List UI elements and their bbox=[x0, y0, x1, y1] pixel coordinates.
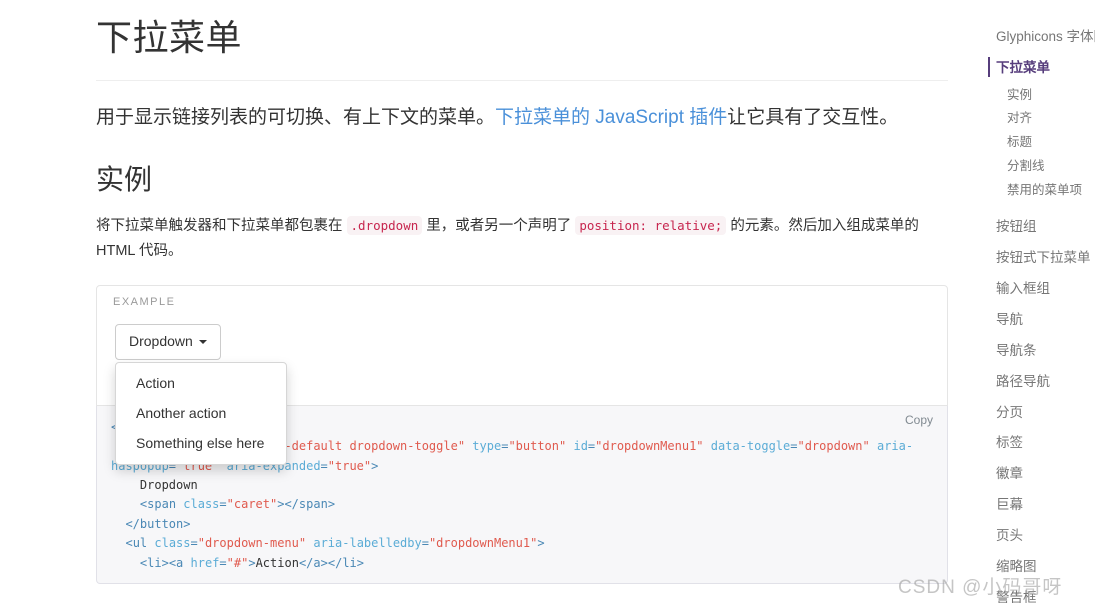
example-preview-box: Dropdown Action Another action Something… bbox=[96, 284, 948, 465]
dropdown-toggle-button[interactable]: Dropdown bbox=[115, 323, 221, 360]
dropdown-item-action[interactable]: Action bbox=[116, 368, 286, 398]
list-item: Another action bbox=[116, 398, 286, 428]
section-heading-example: 实例 bbox=[96, 164, 153, 196]
sidebar-item-label[interactable]: 标签 bbox=[983, 428, 1095, 459]
lead-text-after: 让它具有了交互性。 bbox=[727, 106, 899, 128]
docs-sidebar-nav: Glyphicons 字体图标 下拉菜单 实例 对齐 标题 分割线 禁用的菜单项… bbox=[983, 0, 1095, 603]
sidebar-item-thumbnail[interactable]: 缩略图 bbox=[983, 552, 1095, 583]
description-part-2: 里，或者另一个声明了 bbox=[426, 218, 572, 235]
sidebar-item-breadcrumb[interactable]: 路径导航 bbox=[983, 367, 1095, 398]
dropdown-item-another-action[interactable]: Another action bbox=[116, 398, 286, 428]
sidebar-item-badge[interactable]: 徽章 bbox=[983, 459, 1095, 490]
javascript-plugin-link[interactable]: 下拉菜单的 JavaScript 插件 bbox=[495, 107, 727, 128]
page-root: 下拉菜单 用于显示链接列表的可切换、有上下文的菜单。下拉菜单的 JavaScri… bbox=[0, 0, 1095, 603]
dropdown-menu: Action Another action Something else her… bbox=[115, 361, 287, 465]
sidebar-subitem-divider[interactable]: 分割线 bbox=[983, 155, 1095, 179]
sidebar-item-glyphicons[interactable]: Glyphicons 字体图标 bbox=[983, 22, 1095, 53]
description-part-1: 将下拉菜单触发器和下拉菜单都包裹在 bbox=[96, 218, 343, 235]
dropdown-button-label: Dropdown bbox=[129, 332, 193, 349]
inline-code-dropdown: .dropdown bbox=[346, 216, 423, 236]
sidebar-subitem-alignment[interactable]: 对齐 bbox=[983, 107, 1095, 131]
sidebar-subitem-example[interactable]: 实例 bbox=[983, 84, 1095, 108]
sidebar-item-nav[interactable]: 导航 bbox=[983, 305, 1095, 336]
sidebar-item-button-group[interactable]: 按钮组 bbox=[983, 212, 1095, 243]
inline-code-position: position: relative; bbox=[575, 216, 727, 236]
main-content: 下拉菜单 用于显示链接列表的可切换、有上下文的菜单。下拉菜单的 JavaScri… bbox=[96, 0, 948, 585]
caret-down-icon bbox=[198, 340, 207, 345]
sidebar-item-jumbotron[interactable]: 巨幕 bbox=[983, 490, 1095, 521]
sidebar-item-button-dropdown[interactable]: 按钮式下拉菜单 bbox=[983, 243, 1095, 274]
lead-text-before: 用于显示链接列表的可切换、有上下文的菜单。 bbox=[96, 106, 496, 128]
example-description: 将下拉菜单触发器和下拉菜单都包裹在 .dropdown 里，或者另一个声明了 p… bbox=[96, 214, 948, 265]
sidebar-subitem-header[interactable]: 标题 bbox=[983, 131, 1095, 155]
sidebar-item-dropdown[interactable]: 下拉菜单 bbox=[983, 53, 1095, 84]
title-divider bbox=[96, 79, 948, 81]
list-item: Action bbox=[116, 368, 286, 398]
copy-code-button[interactable]: Copy bbox=[899, 410, 939, 430]
page-lead: 用于显示链接列表的可切换、有上下文的菜单。下拉菜单的 JavaScript 插件… bbox=[96, 103, 948, 132]
sidebar-item-navbar[interactable]: 导航条 bbox=[983, 336, 1095, 367]
dropdown-item-something-else[interactable]: Something else here bbox=[116, 428, 286, 458]
page-title: 下拉菜单 bbox=[96, 17, 243, 58]
sidebar-item-pagination[interactable]: 分页 bbox=[983, 398, 1095, 429]
list-item: Something else here bbox=[116, 428, 286, 458]
sidebar-subitem-disabled-item[interactable]: 禁用的菜单项 bbox=[983, 179, 1095, 203]
sidebar-item-input-group[interactable]: 输入框组 bbox=[983, 274, 1095, 305]
sidebar-item-page-header[interactable]: 页头 bbox=[983, 521, 1095, 552]
dropdown-container: Dropdown Action Another action Something… bbox=[115, 323, 287, 465]
sidebar-item-alert[interactable]: 警告框 bbox=[983, 583, 1095, 603]
